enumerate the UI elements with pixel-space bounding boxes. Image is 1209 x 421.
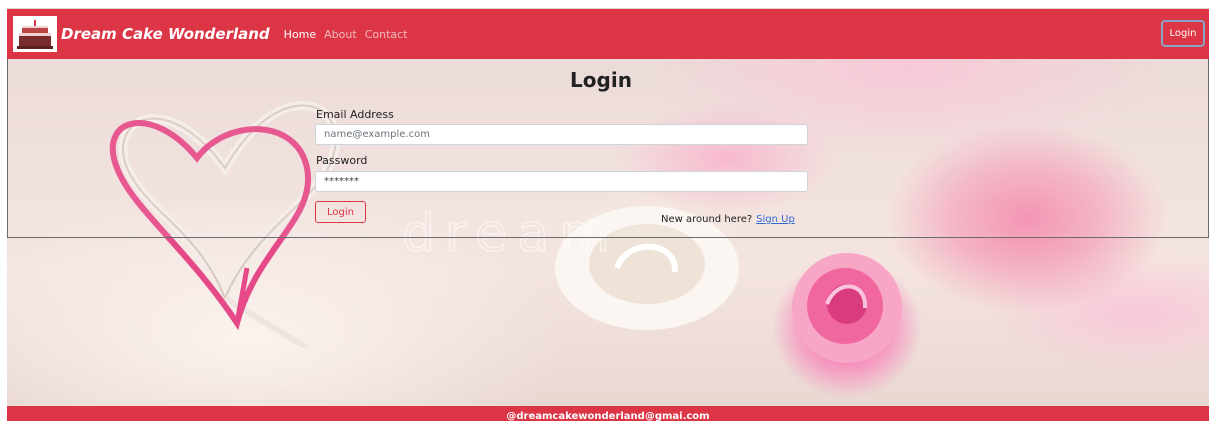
signup-prompt: New around here? (661, 214, 753, 225)
email-label: Email Address (316, 108, 394, 121)
brand-name: Dream Cake Wonderland (61, 25, 270, 43)
footer: @dreamcakewonderland@gmai.com (7, 406, 1209, 421)
password-label: Password (316, 154, 368, 167)
nav-link-contact[interactable]: Contact (365, 28, 408, 41)
rose-decoration (792, 253, 902, 363)
footer-email: @dreamcakewonderland@gmai.com (506, 411, 710, 421)
cake-icon (13, 16, 57, 52)
brand-link[interactable]: Dream Cake Wonderland (13, 16, 284, 52)
page: dream Dream Cake Wonderland Home About C… (0, 0, 1209, 421)
signup-row: New around here? Sign Up (661, 214, 795, 225)
password-field[interactable] (315, 171, 808, 192)
navbar: Dream Cake Wonderland Home About Contact… (7, 9, 1209, 59)
signup-link[interactable]: Sign Up (756, 214, 795, 225)
login-title: Login (570, 68, 632, 92)
nav-link-home[interactable]: Home (284, 28, 316, 41)
email-field[interactable] (315, 124, 808, 145)
navbar-login-button[interactable]: Login (1161, 20, 1205, 47)
nav-link-about[interactable]: About (324, 28, 357, 41)
login-submit-button[interactable]: Login (315, 201, 366, 223)
